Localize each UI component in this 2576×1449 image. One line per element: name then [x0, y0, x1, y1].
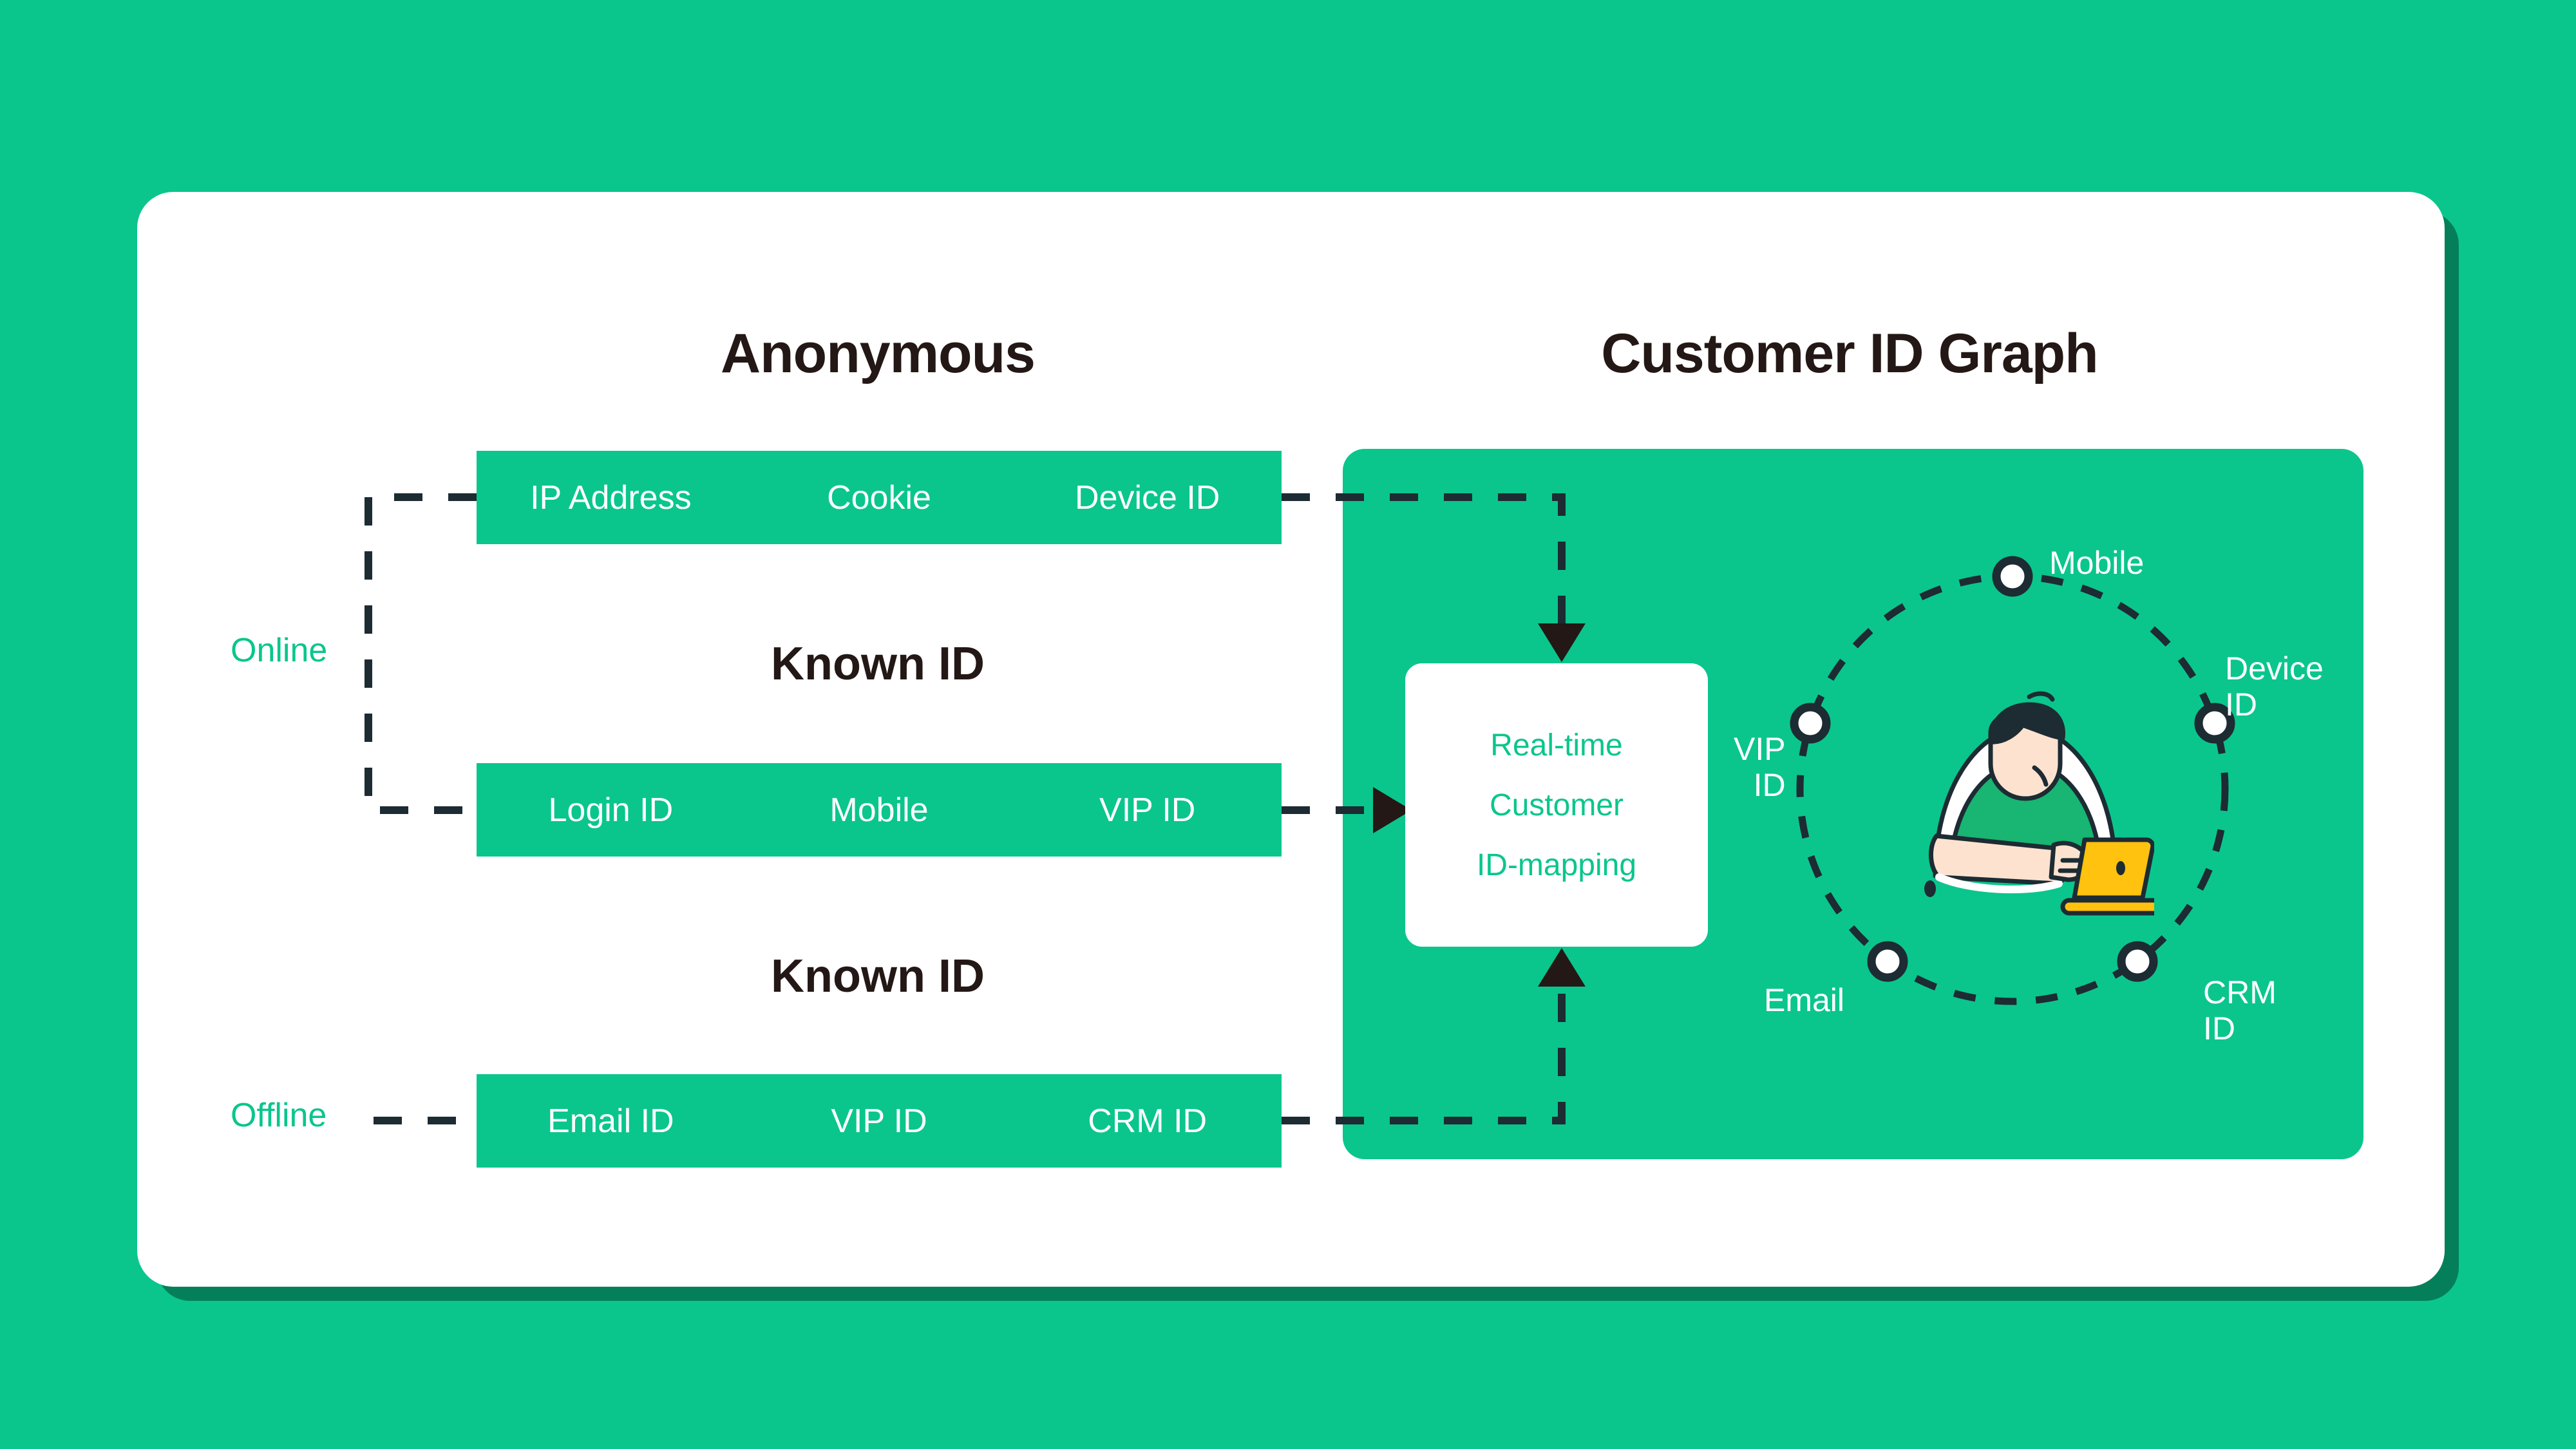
- id-chip-vip-id-offline: VIP ID: [831, 1102, 927, 1140]
- graph-node-vip-id: [1790, 703, 1831, 744]
- id-chip-ip-address: IP Address: [530, 478, 692, 516]
- mapping-line-2: Customer: [1489, 788, 1624, 822]
- diagram-canvas: Anonymous Customer ID Graph Known ID Kno…: [0, 0, 2576, 1449]
- graph-label-device-id: Device ID: [2225, 650, 2324, 723]
- mapping-line-3: ID-mapping: [1476, 848, 1637, 882]
- graph-node-crm-id: [2117, 941, 2158, 982]
- id-chip-mobile: Mobile: [829, 791, 929, 829]
- id-chip-email-id: Email ID: [547, 1102, 674, 1140]
- section-heading-known-id-offline: Known ID: [771, 951, 985, 1002]
- graph-label-vip-id: VIP ID: [1734, 731, 1786, 803]
- graph-node-email: [1867, 941, 1908, 982]
- person-with-laptop-illustration: [1924, 691, 2154, 916]
- id-chip-vip-id: VIP ID: [1099, 791, 1196, 829]
- id-chip-device-id: Device ID: [1074, 478, 1220, 516]
- graph-label-crm-id: CRM ID: [2203, 974, 2277, 1046]
- page-title-customer-id-graph: Customer ID Graph: [1601, 323, 2098, 384]
- graph-node-mobile: [1992, 556, 2033, 597]
- realtime-id-mapping-box: Real-time Customer ID-mapping: [1405, 663, 1708, 947]
- graph-label-email: Email: [1764, 982, 1845, 1018]
- id-bar-known-online: Login ID Mobile VIP ID: [477, 763, 1282, 857]
- side-label-offline: Offline: [231, 1097, 327, 1134]
- graph-label-mobile: Mobile: [2049, 545, 2145, 581]
- page-title-anonymous: Anonymous: [721, 323, 1036, 384]
- side-label-online: Online: [231, 632, 328, 669]
- id-bar-anonymous: IP Address Cookie Device ID: [477, 451, 1282, 544]
- id-bar-known-offline: Email ID VIP ID CRM ID: [477, 1074, 1282, 1168]
- id-chip-cookie: Cookie: [827, 478, 931, 516]
- section-heading-known-id-online: Known ID: [771, 638, 985, 690]
- id-chip-crm-id: CRM ID: [1088, 1102, 1208, 1140]
- id-chip-login-id: Login ID: [548, 791, 674, 829]
- mapping-line-1: Real-time: [1490, 728, 1623, 762]
